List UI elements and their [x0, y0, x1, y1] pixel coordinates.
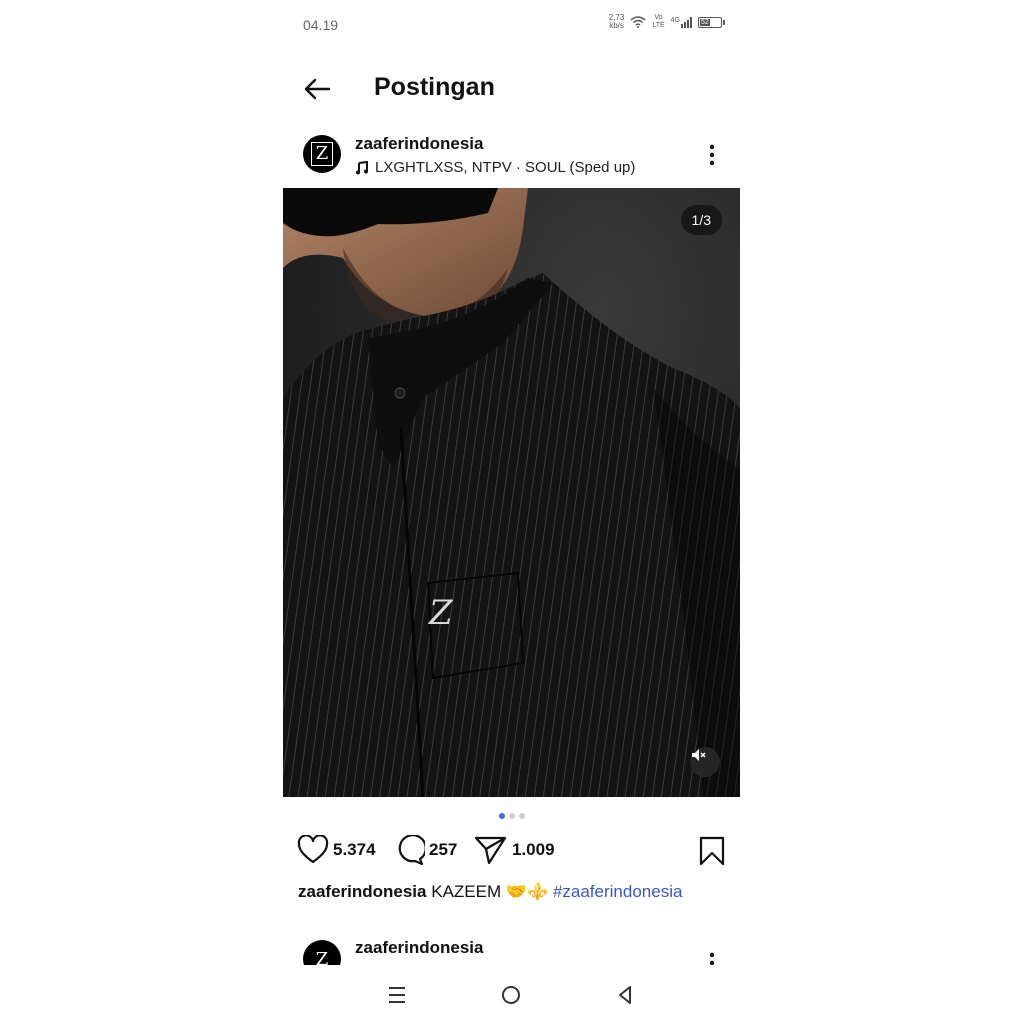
share-action[interactable]: 1.009 — [474, 835, 555, 865]
status-time: 04.19 — [303, 17, 339, 33]
share-icon — [474, 836, 507, 865]
share-count: 1.009 — [512, 840, 555, 859]
next-avatar-letter: Z — [315, 948, 329, 966]
phone-screen: 04.19 2,73 kb/s Vo LTE 4G 52 Postingan Z… — [283, 0, 740, 1024]
next-more-options-icon[interactable] — [706, 947, 718, 965]
caption-hashtag[interactable]: #zaaferindonesia — [553, 882, 682, 901]
caption-text: KAZEEM 🤝⚜️ — [431, 882, 549, 901]
more-options-icon[interactable] — [706, 140, 718, 170]
next-post-header: Z zaaferindonesia — [283, 935, 740, 965]
network-type: 4G — [670, 16, 680, 24]
volte-bottom: LTE — [652, 22, 665, 29]
wifi-icon — [630, 16, 646, 28]
muted-speaker-icon — [692, 749, 706, 761]
comment-action[interactable]: 257 — [393, 835, 457, 865]
mute-button[interactable] — [690, 747, 720, 777]
post-actions: 5.374 257 1.009 — [297, 835, 727, 871]
carousel-indicator — [283, 813, 740, 819]
avatar-letter: Z — [310, 142, 334, 166]
post-caption: zaaferindonesia KAZEEM 🤝⚜️ #zaaferindone… — [298, 882, 682, 902]
volte-top: Vo — [654, 14, 663, 21]
next-avatar[interactable]: Z — [303, 940, 341, 965]
home-circle-icon[interactable] — [498, 982, 524, 1008]
battery-icon: 52 — [698, 16, 725, 28]
top-bar: Postingan — [283, 60, 740, 116]
network-speed: 2,73 kb/s — [609, 14, 625, 30]
post-username[interactable]: zaaferindonesia — [355, 134, 484, 154]
battery-level: 52 — [700, 18, 710, 26]
network-speed-unit: kb/s — [609, 21, 624, 30]
status-bar: 04.19 2,73 kb/s Vo LTE 4G 52 — [283, 0, 740, 50]
media-counter: 1/3 — [680, 205, 722, 235]
back-arrow-icon[interactable] — [301, 73, 333, 105]
caption-username[interactable]: zaaferindonesia — [298, 882, 427, 901]
signal-icon: 4G — [670, 16, 692, 28]
volte-indicator: Vo LTE — [652, 14, 664, 30]
status-icons: 2,73 kb/s Vo LTE 4G 52 — [609, 14, 725, 30]
audio-title: LXGHTLXSS, NTPV · SOUL (Sped up) — [375, 159, 636, 176]
bookmark-icon[interactable] — [697, 835, 727, 867]
carousel-dot — [498, 813, 505, 819]
comment-icon — [398, 835, 425, 865]
like-action[interactable]: 5.374 — [297, 835, 376, 865]
post-media[interactable]: Z 1/3 — [283, 188, 740, 797]
battery-text: 52 — [701, 18, 709, 26]
heart-icon — [297, 835, 329, 864]
post-header: Z zaaferindonesia LXGHTLXSS, NTPV · SOUL… — [283, 126, 740, 186]
menu-icon[interactable] — [384, 982, 410, 1008]
comment-count: 257 — [429, 840, 458, 859]
carousel-dot — [518, 813, 525, 819]
carousel-dot — [508, 813, 515, 819]
post-photo — [283, 188, 740, 797]
system-nav-bar — [283, 972, 740, 1016]
shirt-logo-badge: Z — [429, 593, 453, 633]
music-note-icon — [356, 160, 368, 174]
page-title: Postingan — [374, 73, 495, 101]
like-count: 5.374 — [333, 840, 376, 859]
audio-track[interactable]: LXGHTLXSS, NTPV · SOUL (Sped up) — [355, 159, 635, 176]
next-post-username[interactable]: zaaferindonesia — [355, 938, 484, 958]
back-triangle-icon[interactable] — [612, 982, 638, 1008]
avatar[interactable]: Z — [303, 135, 341, 173]
